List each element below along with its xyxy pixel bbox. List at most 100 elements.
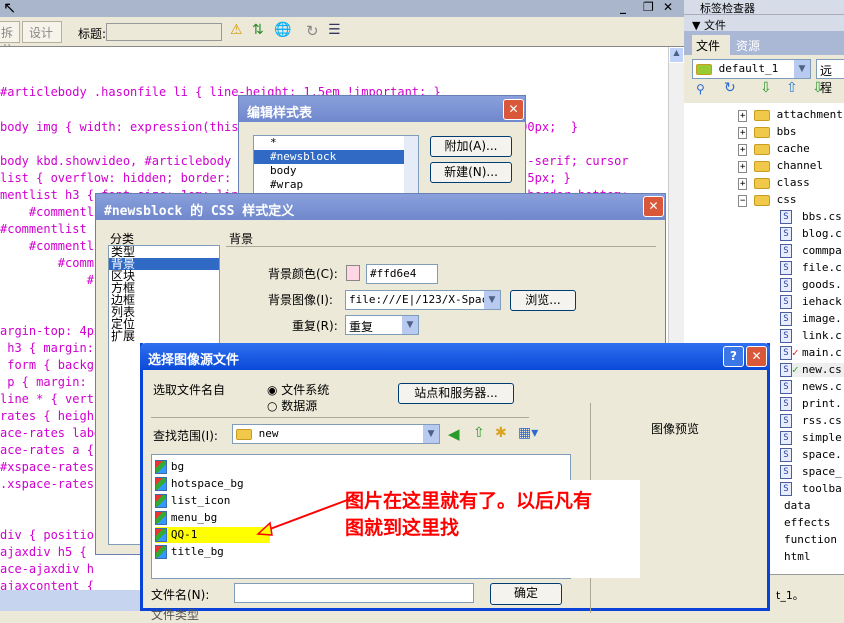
css-file-item[interactable]: S ✓ new.cs bbox=[780, 363, 844, 377]
tab-files[interactable]: 文件 bbox=[692, 35, 730, 55]
folder-item[interactable]: + class bbox=[738, 176, 810, 190]
folder-item[interactable]: + cache bbox=[738, 142, 810, 156]
browse-button[interactable]: 浏览... bbox=[510, 290, 576, 311]
close-icon[interactable]: ✕ bbox=[643, 196, 664, 217]
css-file-item[interactable]: Sspace_ bbox=[780, 465, 844, 479]
file-name: bbs.cs bbox=[802, 210, 842, 223]
close-button[interactable]: ✕ bbox=[663, 0, 673, 14]
code-line: #commentl bbox=[0, 239, 94, 253]
chevron-down-icon[interactable]: ▼ bbox=[484, 291, 500, 309]
browser-preview-icon[interactable]: 🌐 bbox=[274, 22, 291, 38]
style-item[interactable]: #newsblock bbox=[254, 150, 404, 164]
new-style-button[interactable]: 新建(N)... bbox=[430, 162, 512, 183]
css-file-item[interactable]: Sfile.c bbox=[780, 261, 844, 275]
attach-button[interactable]: 附加(A)... bbox=[430, 136, 512, 157]
restore-button[interactable]: ❐ bbox=[643, 0, 654, 14]
category-item[interactable]: 扩展 bbox=[109, 330, 219, 342]
tag-inspector-header[interactable]: 标签检查器 bbox=[684, 0, 844, 15]
file-item[interactable]: list_icon bbox=[155, 493, 230, 509]
look-in-select[interactable]: new bbox=[232, 424, 440, 444]
split-view-button[interactable]: 拆分 bbox=[0, 21, 20, 57]
style-item[interactable]: * bbox=[254, 136, 404, 150]
file-name: iehack bbox=[802, 295, 842, 308]
css-file-item[interactable]: Simage. bbox=[780, 312, 844, 326]
connect-icon[interactable]: ⚲ bbox=[696, 82, 705, 96]
title-input[interactable] bbox=[106, 23, 222, 41]
refresh-icon[interactable]: ↻ bbox=[306, 22, 319, 40]
folder-item[interactable]: html bbox=[784, 550, 811, 563]
tab-assets[interactable]: 资源 bbox=[736, 37, 760, 54]
checkout-icon[interactable]: ⇩ bbox=[812, 80, 824, 96]
new-folder-icon[interactable]: ✱ bbox=[495, 425, 507, 441]
annotation-box: 图片在这里就有了。以后凡有 图就到这里找 bbox=[330, 480, 640, 578]
look-in-label: 查找范围(I): bbox=[153, 429, 218, 443]
css-file-item[interactable]: Sblog.c bbox=[780, 227, 844, 241]
folder-item[interactable]: function bbox=[784, 533, 837, 546]
file-transfer-icon[interactable]: ⇅ bbox=[252, 22, 264, 38]
file-item[interactable]: menu_bg bbox=[155, 510, 217, 526]
file-name: news.c bbox=[802, 380, 842, 393]
css-file-item[interactable]: Ssimple bbox=[780, 431, 844, 445]
chevron-down-icon[interactable]: ▼ bbox=[402, 316, 418, 334]
expand-icon[interactable]: + bbox=[738, 161, 748, 173]
radio-filesystem[interactable]: ◉ 文件系统 bbox=[267, 381, 329, 398]
put-icon[interactable]: ⇧ bbox=[786, 80, 798, 96]
css-file-item[interactable]: S ✓ main.c bbox=[780, 346, 844, 360]
css-file-item[interactable]: Stoolba bbox=[780, 482, 844, 496]
view-options-icon[interactable]: ☰ bbox=[328, 22, 341, 38]
file-name: goods. bbox=[802, 278, 842, 291]
minimize-button[interactable]: _ bbox=[620, 0, 626, 14]
style-item[interactable]: #wrap bbox=[254, 178, 404, 192]
sites-servers-button[interactable]: 站点和服务器... bbox=[398, 383, 514, 404]
code-line: p { margin: bbox=[0, 375, 94, 389]
css-file-item[interactable]: Scommpa bbox=[780, 244, 844, 258]
folder-item[interactable]: + bbs bbox=[738, 125, 797, 139]
expand-icon[interactable]: + bbox=[738, 144, 748, 156]
css-file-icon: S bbox=[780, 431, 792, 445]
file-name: commpa bbox=[802, 244, 842, 257]
style-item[interactable]: body bbox=[254, 164, 404, 178]
refresh-files-icon[interactable]: ↻ bbox=[724, 80, 736, 96]
expand-icon[interactable]: + bbox=[738, 127, 748, 139]
view-menu-icon[interactable]: ▦▾ bbox=[518, 425, 538, 441]
chevron-down-icon[interactable]: ▼ bbox=[423, 425, 439, 443]
files-header[interactable]: ▼ 文件 bbox=[684, 14, 844, 32]
back-icon[interactable]: ◀ bbox=[448, 425, 460, 443]
scroll-up-icon[interactable]: ▲ bbox=[669, 47, 684, 63]
view-select[interactable]: 远程 bbox=[816, 59, 844, 95]
css-file-item[interactable]: Siehack bbox=[780, 295, 844, 309]
file-item[interactable]: bg bbox=[155, 459, 184, 475]
folder-item[interactable]: + channel bbox=[738, 159, 823, 173]
css-file-item[interactable]: Sgoods. bbox=[780, 278, 844, 292]
code-line: #xspace-rates bbox=[0, 460, 94, 474]
filename-input[interactable] bbox=[234, 583, 474, 603]
close-icon[interactable]: ✕ bbox=[746, 346, 767, 367]
css-file-item[interactable]: Srss.cs bbox=[780, 414, 844, 428]
css-file-item[interactable]: Snews.c bbox=[780, 380, 844, 394]
get-icon[interactable]: ⇩ bbox=[760, 80, 772, 96]
up-folder-icon[interactable]: ⇧ bbox=[473, 425, 485, 441]
color-swatch[interactable] bbox=[346, 265, 360, 281]
design-view-button[interactable]: 设计 bbox=[22, 21, 62, 43]
ok-button[interactable]: 确定 bbox=[490, 583, 562, 605]
css-file-item[interactable]: Sbbs.cs bbox=[780, 210, 844, 224]
file-item[interactable]: title_bg bbox=[155, 544, 224, 560]
folder-item[interactable]: − css bbox=[738, 193, 797, 207]
collapse-icon[interactable]: − bbox=[738, 195, 748, 207]
css-file-item[interactable]: Slink.c bbox=[780, 329, 844, 343]
folder-item[interactable]: data bbox=[784, 499, 811, 512]
file-item[interactable]: hotspace_bg bbox=[155, 476, 244, 492]
radio-datasource[interactable]: ○ 数据源 bbox=[267, 397, 317, 414]
css-file-item[interactable]: Sprint. bbox=[780, 397, 844, 411]
help-icon[interactable]: ? bbox=[723, 346, 744, 367]
close-icon[interactable]: ✕ bbox=[503, 99, 524, 120]
folder-item[interactable]: effects bbox=[784, 516, 830, 529]
expand-icon[interactable]: + bbox=[738, 110, 748, 122]
validate-icon[interactable]: ⚠ bbox=[230, 22, 243, 38]
folder-item[interactable]: + attachment bbox=[738, 108, 843, 122]
site-dropdown-icon[interactable]: ▼ bbox=[794, 60, 810, 78]
bg-color-input[interactable]: #ffd6e4 bbox=[366, 264, 438, 284]
expand-icon[interactable]: + bbox=[738, 178, 748, 190]
bg-image-input[interactable]: file:///E|/123/X-Space bbox=[345, 290, 501, 310]
css-file-item[interactable]: Sspace. bbox=[780, 448, 844, 462]
